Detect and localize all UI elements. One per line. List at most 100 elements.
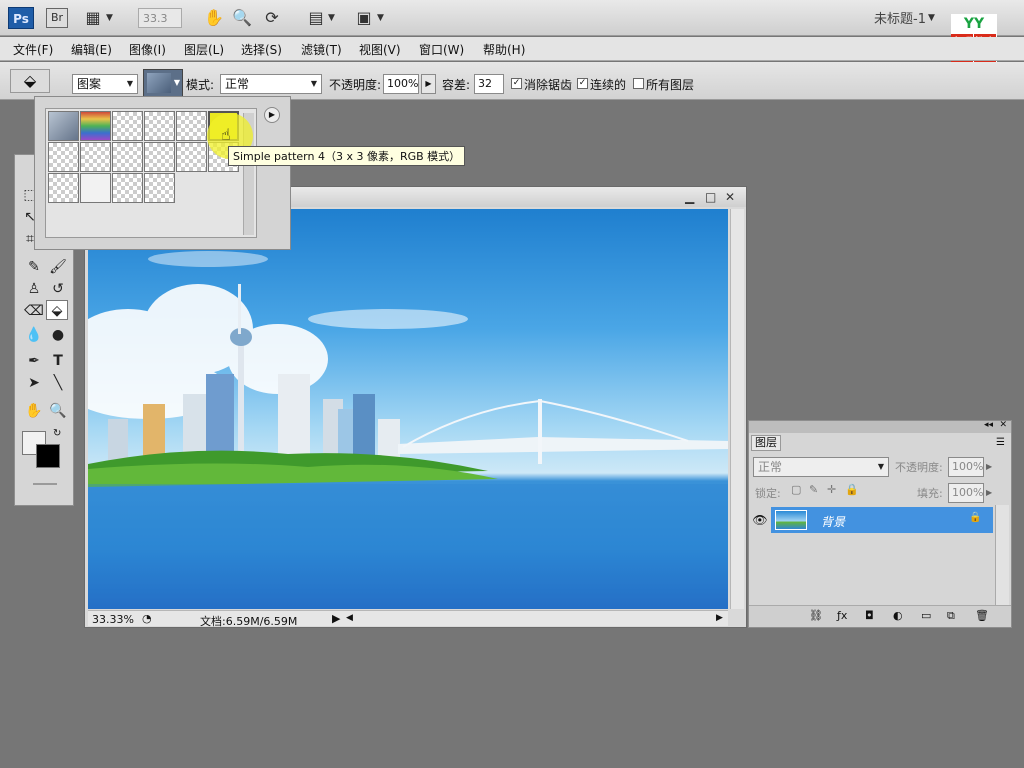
dodge-tool-icon[interactable]: ●	[47, 325, 69, 345]
menu-edit[interactable]: 编辑(E)	[71, 41, 112, 58]
paint-bucket-tool-icon[interactable]: ⬙	[46, 300, 68, 320]
maximize-icon[interactable]: □	[705, 190, 716, 204]
healing-brush-icon[interactable]: ✎	[23, 257, 45, 277]
pattern-swatch-bubbles[interactable]	[48, 111, 79, 141]
new-layer-icon[interactable]: ⧉	[947, 609, 955, 623]
layer-style-icon[interactable]: ƒx	[837, 609, 847, 622]
link-layers-icon[interactable]: ⛓	[809, 609, 823, 622]
eraser-tool-icon[interactable]: ⌫	[23, 301, 45, 321]
brush-tool-icon[interactable]: 🖌	[47, 257, 69, 277]
pattern-swatch-5[interactable]	[176, 111, 207, 141]
layer-lock-icon: 🔒	[969, 512, 982, 523]
zoom-tool-panel-icon[interactable]: 🔍	[47, 401, 69, 421]
adjustment-layer-icon[interactable]: ◐	[893, 609, 903, 622]
rotate-view-icon[interactable]: ⟳	[261, 7, 283, 29]
pattern-swatch-10[interactable]	[144, 142, 175, 172]
paint-bucket-tool-preset-icon[interactable]: ⬙	[10, 69, 50, 93]
layer-row-background[interactable]: 👁 背景 🔒	[749, 507, 993, 533]
line-tool-icon[interactable]: ╲	[47, 373, 69, 393]
menu-image[interactable]: 图像(I)	[129, 41, 166, 58]
tolerance-field[interactable]: 32	[474, 74, 504, 94]
antialias-label: 消除锯齿	[524, 78, 573, 92]
application-bar: Ps Br ▦ ▼ 33.3 ✋ 🔍 ⟳ ▤ ▼ ▣ ▼ 未标题-1 ▼	[0, 0, 1024, 36]
layer-opacity-field[interactable]: 100%	[948, 457, 984, 477]
antialias-checkbox[interactable]: ✓	[511, 78, 522, 89]
blend-mode-select[interactable]: 正常	[753, 457, 889, 477]
layer-name[interactable]: 背景	[821, 513, 845, 530]
screen-mode-icon[interactable]: ▣	[353, 7, 375, 29]
zoom-status[interactable]: 33.33%	[92, 613, 134, 626]
pattern-swatch-11[interactable]	[176, 142, 207, 172]
pattern-menu-icon[interactable]: ▶	[264, 107, 280, 123]
pattern-swatch-15[interactable]	[112, 173, 143, 203]
pattern-swatch-14[interactable]	[80, 173, 111, 203]
opacity-slider-button[interactable]: ▶	[421, 74, 436, 94]
pattern-picker-panel: ▶ ☝	[34, 96, 291, 250]
pattern-swatch-4[interactable]	[144, 111, 175, 141]
zoom-level-combo[interactable]: 33.3	[138, 8, 182, 28]
lock-image-icon[interactable]: ✎	[809, 483, 818, 496]
scroll-right-icon[interactable]: ▶	[716, 613, 723, 623]
all-layers-checkbox[interactable]	[633, 78, 644, 89]
collapse-panel-icon[interactable]: ◂◂	[984, 420, 993, 430]
swap-colors-icon[interactable]: ↻	[53, 428, 61, 439]
fill-field[interactable]: 100%	[948, 483, 984, 503]
fill-source-select[interactable]: 图案	[72, 74, 138, 94]
path-selection-icon[interactable]: ➤	[23, 373, 45, 393]
close-icon[interactable]: ✕	[725, 190, 735, 204]
type-tool-icon[interactable]: T	[47, 351, 69, 371]
zoom-tool-icon[interactable]: 🔍	[231, 7, 253, 29]
new-group-icon[interactable]: ▭	[921, 609, 931, 622]
image-canvas[interactable]	[88, 209, 728, 609]
layers-panel-header: ◂◂ ✕	[749, 420, 1011, 433]
layers-tab[interactable]: 图层	[751, 435, 781, 451]
layers-panel-menu-icon[interactable]: ☰	[996, 437, 1005, 448]
blur-tool-icon[interactable]: 💧	[23, 325, 45, 345]
layer-visibility-eye-icon[interactable]: 👁	[749, 507, 771, 533]
pen-tool-icon[interactable]: ✒	[23, 351, 45, 371]
options-bar: ⬙ 图案 ▼ 模式: 正常 不透明度: 100% ▶ 容差: 32 ✓ 消除锯齿…	[0, 62, 1024, 100]
close-panel-icon[interactable]: ✕	[999, 420, 1007, 430]
bridge-button[interactable]: Br	[46, 8, 68, 28]
menu-view[interactable]: 视图(V)	[359, 41, 401, 58]
layers-footer: ⛓ ƒx ◘ ◐ ▭ ⧉ 🗑	[749, 605, 1011, 627]
pattern-swatch-tie-dye[interactable]	[80, 111, 111, 141]
lock-label: 锁定:	[755, 487, 781, 500]
layers-scrollbar[interactable]	[995, 505, 1009, 605]
menu-help[interactable]: 帮助(H)	[483, 41, 525, 58]
minimize-icon[interactable]: ▁	[685, 190, 694, 204]
layer-mask-icon[interactable]: ◘	[865, 609, 874, 622]
vertical-scrollbar[interactable]	[730, 209, 744, 609]
contiguous-checkbox[interactable]: ✓	[577, 78, 588, 89]
watermark-top-text: YY	[963, 16, 985, 32]
foreground-color-swatch[interactable]	[36, 444, 60, 468]
pattern-swatch-7[interactable]	[48, 142, 79, 172]
lock-all-icon[interactable]: 🔒	[845, 483, 859, 496]
pattern-swatch-3[interactable]	[112, 111, 143, 141]
mode-select[interactable]: 正常	[220, 74, 322, 94]
menu-window[interactable]: 窗口(W)	[419, 41, 464, 58]
delete-layer-icon[interactable]: 🗑	[975, 609, 989, 622]
view-extras-icon[interactable]: ▦	[82, 7, 104, 29]
pattern-swatch-16[interactable]	[144, 173, 175, 203]
pattern-swatch-8[interactable]	[80, 142, 111, 172]
menu-select[interactable]: 选择(S)	[241, 41, 282, 58]
pattern-swatch-13[interactable]	[48, 173, 79, 203]
status-menu-icon[interactable]: ◔	[142, 612, 152, 625]
scroll-left-icon[interactable]: ◀	[346, 613, 353, 623]
pattern-swatch-9[interactable]	[112, 142, 143, 172]
lock-position-icon[interactable]: ✛	[827, 483, 836, 496]
document-title: 未标题-1	[874, 12, 926, 27]
hand-tool-icon[interactable]: ✋	[203, 7, 225, 29]
menu-layer[interactable]: 图层(L)	[184, 41, 224, 58]
lock-transparent-icon[interactable]: ▢	[791, 483, 801, 496]
history-brush-icon[interactable]: ↺	[47, 279, 69, 299]
menu-filter[interactable]: 滤镜(T)	[301, 41, 342, 58]
hand-tool-panel-icon[interactable]: ✋	[23, 401, 45, 421]
opacity-field[interactable]: 100%	[383, 74, 419, 94]
clone-stamp-icon[interactable]: ♙	[23, 279, 45, 299]
status-arrow-icon[interactable]: ▶	[332, 612, 340, 625]
pattern-picker-button[interactable]: ▼	[143, 69, 183, 97]
arrange-documents-icon[interactable]: ▤	[305, 7, 327, 29]
menu-file[interactable]: 文件(F)	[13, 41, 53, 58]
